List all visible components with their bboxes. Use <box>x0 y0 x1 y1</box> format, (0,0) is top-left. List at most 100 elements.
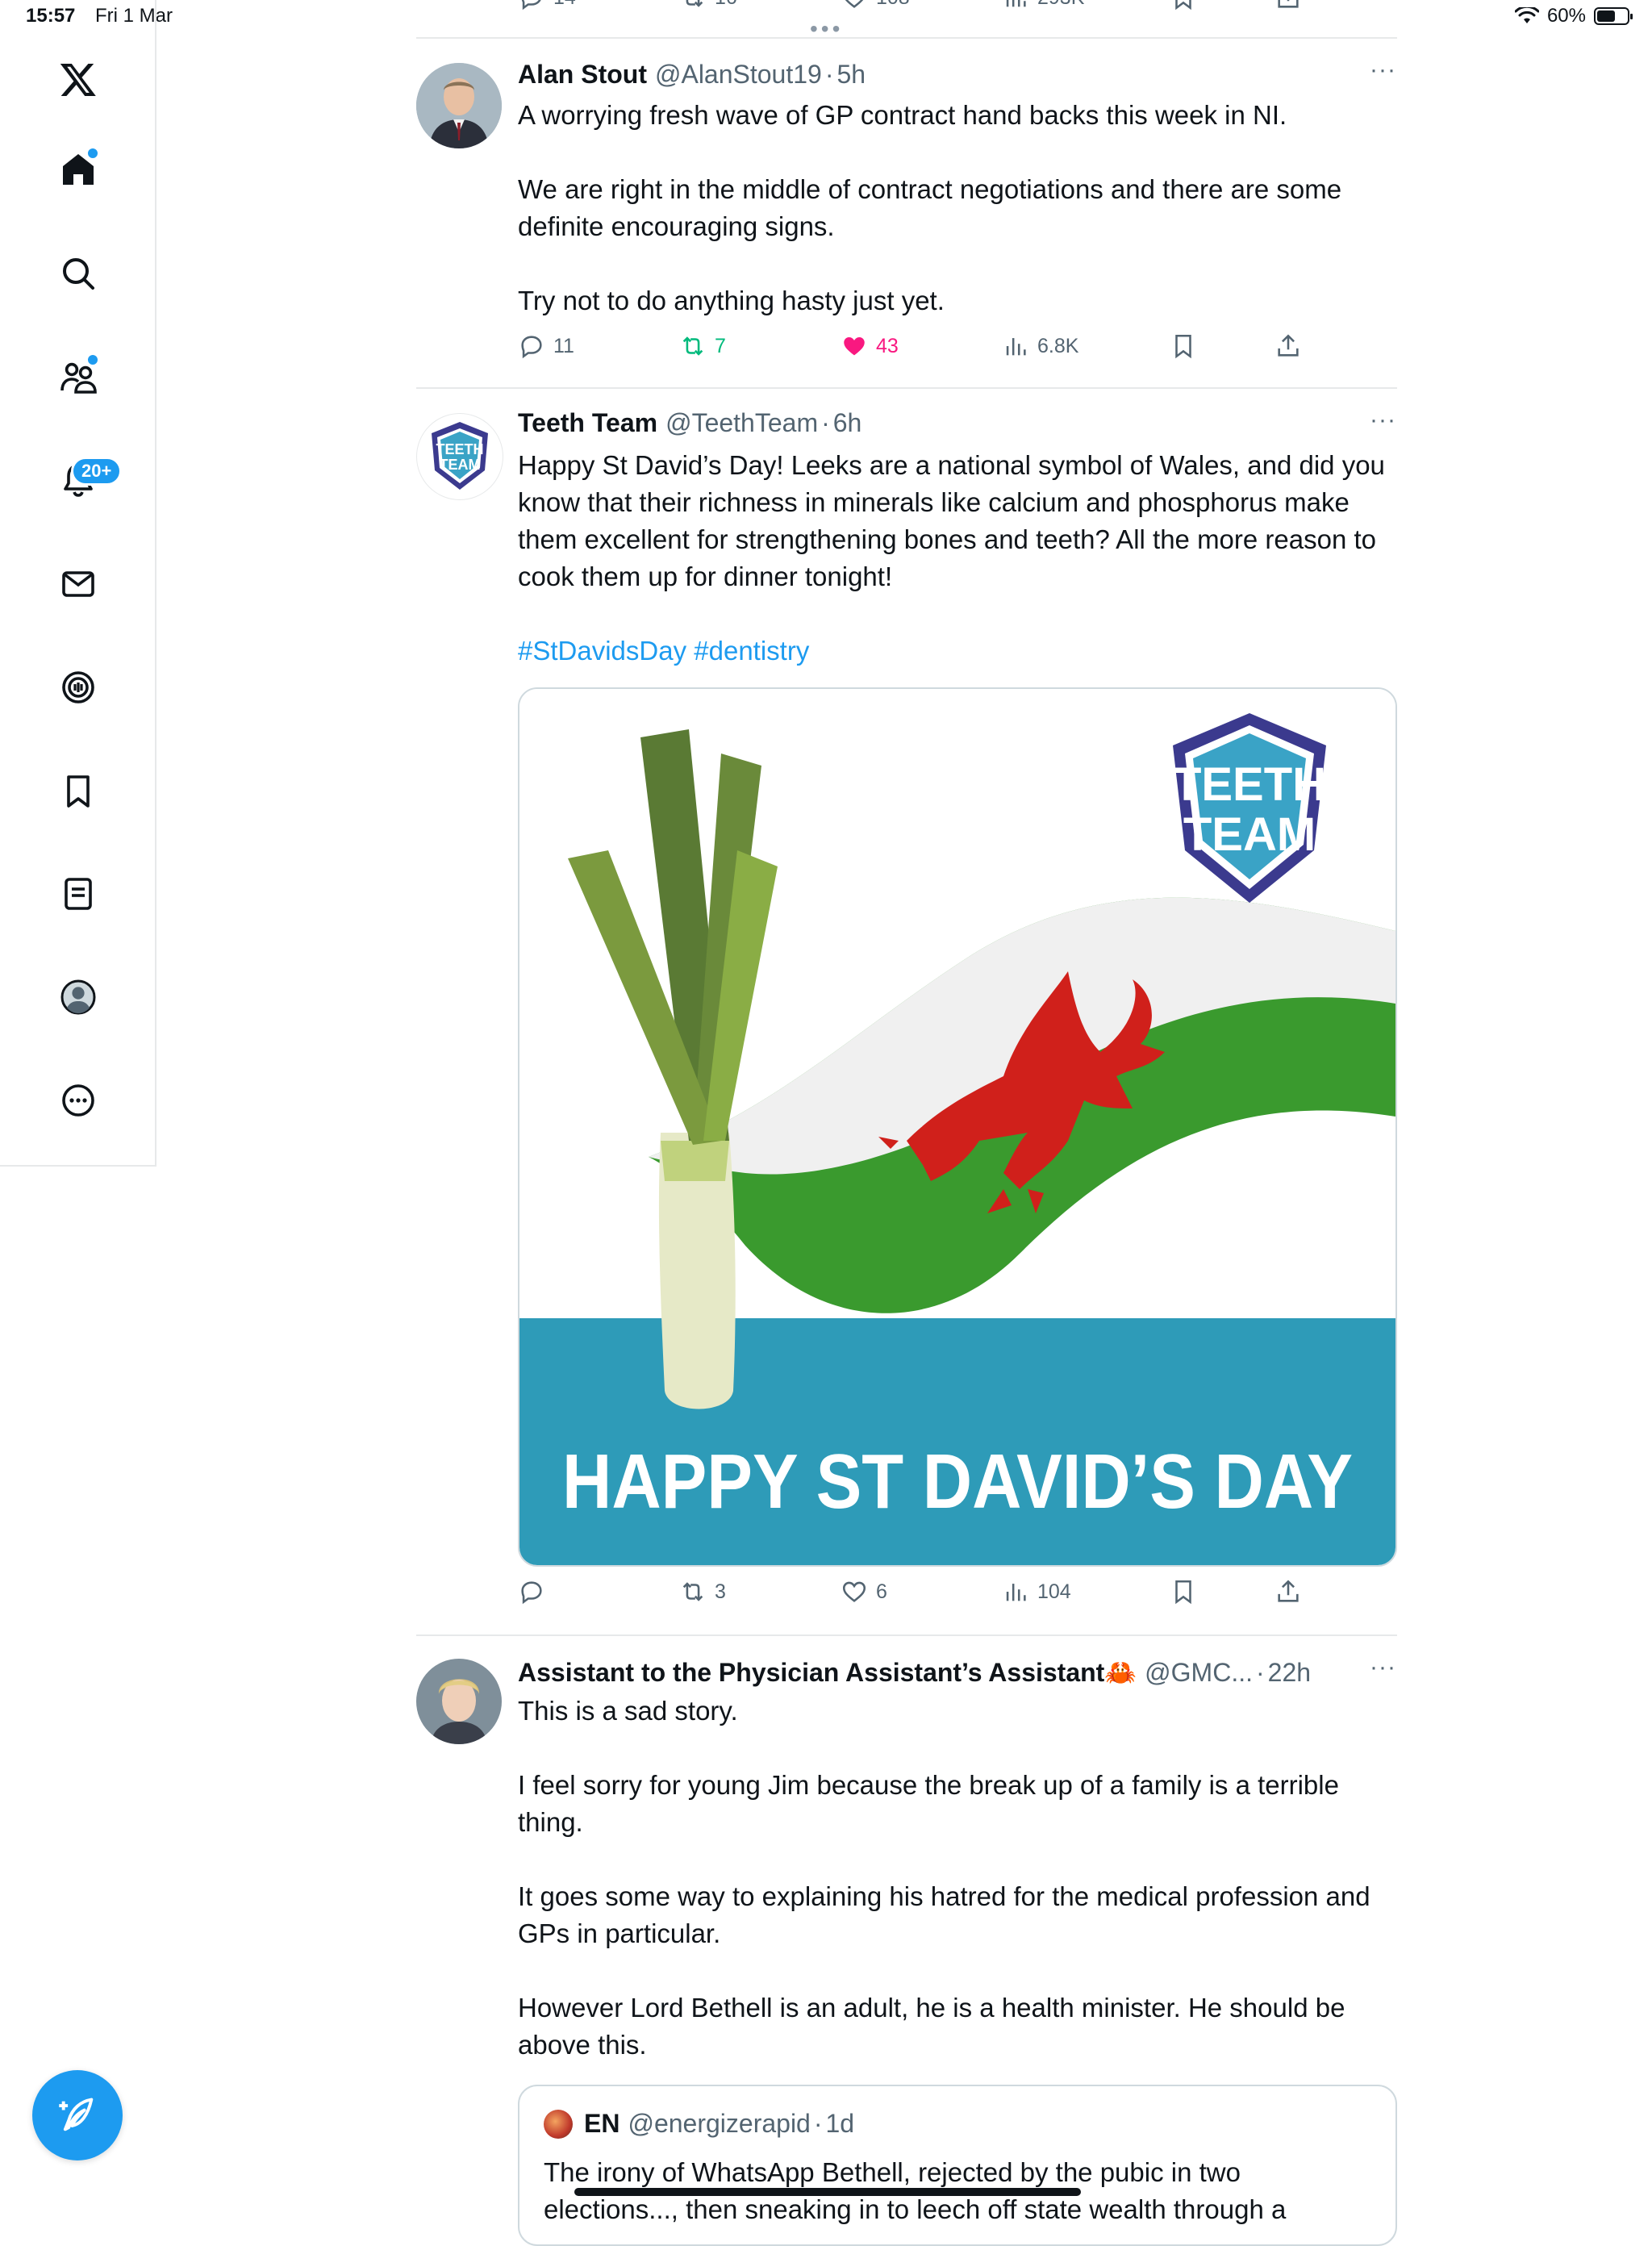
communities-notification-dot <box>86 353 99 366</box>
reply-button[interactable] <box>518 1578 553 1605</box>
profile-icon[interactable] <box>54 973 102 1021</box>
tweet-header: Teeth Team @TeethTeam · 6h <box>518 408 861 438</box>
tweet-paragraph: Happy St David’s Day! Leeks are a nation… <box>518 450 1385 591</box>
reply-button[interactable]: 14 <box>518 0 576 11</box>
retweet-count: 16 <box>715 0 737 10</box>
separator: · <box>821 408 830 437</box>
hashtags[interactable]: #StDavidsDay #dentistry <box>518 632 1389 670</box>
tweet-time[interactable]: 22h <box>1268 1658 1311 1688</box>
tweet-paragraph: I feel sorry for young Jim because the b… <box>518 1770 1339 1837</box>
view-count: 104 <box>1037 1580 1071 1603</box>
retweet-icon <box>682 1582 703 1601</box>
tweet-divider <box>416 37 1397 39</box>
tweet-time[interactable]: 6h <box>833 408 862 438</box>
like-button[interactable]: 43 <box>841 332 899 360</box>
views-button[interactable]: 104 <box>1002 1578 1071 1605</box>
view-count: 6.8K <box>1037 334 1079 357</box>
x-logo-icon[interactable] <box>54 55 102 103</box>
like-count: 108 <box>876 0 910 10</box>
avatar-gmc-account[interactable] <box>416 1659 502 1744</box>
reply-count: 14 <box>553 0 576 10</box>
bookmark-button[interactable] <box>1170 332 1197 360</box>
retweet-count: 7 <box>715 334 726 357</box>
compose-button[interactable] <box>32 2070 123 2160</box>
more-icon[interactable] <box>54 1076 102 1125</box>
separator: · <box>824 60 834 89</box>
retweet-button[interactable]: 7 <box>679 332 726 360</box>
tweet-more-button[interactable]: ··· <box>1370 1654 1396 1681</box>
spaces-icon[interactable] <box>54 663 102 712</box>
retweet-button[interactable]: 16 <box>679 0 737 11</box>
crab-emoji: 🦀 <box>1104 1658 1137 1687</box>
banner-text: HAPPY ST DAVID’S DAY <box>562 1438 1353 1525</box>
avatar-teeth-team[interactable]: TEETH TEAM <box>416 413 503 500</box>
tweet-time[interactable]: 5h <box>836 60 866 90</box>
bookmark-button[interactable] <box>1170 0 1197 11</box>
retweet-icon <box>686 0 703 7</box>
reply-icon <box>521 0 541 10</box>
home-icon[interactable] <box>54 145 102 194</box>
author-name[interactable]: Alan Stout <box>518 60 647 90</box>
like-button[interactable]: 108 <box>841 0 910 11</box>
quoted-tweet[interactable]: EN @energizerapid · 1d The irony of What… <box>518 2085 1397 2246</box>
quoted-author-handle: @energizerapid <box>628 2109 811 2138</box>
retweet-icon <box>682 336 703 356</box>
home-indicator[interactable] <box>574 2188 1081 2196</box>
home-notification-dot <box>86 147 99 160</box>
like-count: 6 <box>876 1580 887 1603</box>
share-button[interactable] <box>1274 332 1302 360</box>
tweet-paragraph: It goes some way to explaining his hatre… <box>518 1881 1370 1948</box>
bookmark-icon <box>1175 0 1191 10</box>
retweet-count: 3 <box>715 1580 726 1603</box>
like-icon <box>842 1581 866 1602</box>
tweet-actions: 11 7 43 6.8K <box>518 332 1325 368</box>
author-name[interactable]: Assistant to the Physician Assistant’s A… <box>518 1658 1104 1688</box>
retweet-button[interactable]: 3 <box>679 1578 726 1605</box>
share-button[interactable] <box>1274 1578 1302 1605</box>
search-icon[interactable] <box>54 249 102 298</box>
avatar-logo-text: TEETH <box>436 441 483 457</box>
views-icon <box>1006 338 1026 356</box>
heart-filled-icon <box>844 336 865 356</box>
tweet-image[interactable]: TEETH TEAM HAPPY ST DAVID’S DAY <box>518 687 1397 1567</box>
author-name[interactable]: Teeth Team <box>518 408 657 438</box>
views-button[interactable]: 293K <box>1002 0 1084 11</box>
like-button[interactable]: 6 <box>841 1578 887 1605</box>
separator: · <box>1255 1658 1265 1687</box>
tweet-divider <box>416 387 1397 389</box>
quoted-tweet-header: EN @energizerapid · 1d <box>544 2109 854 2139</box>
author-handle[interactable]: @AlanStout19 <box>655 60 822 90</box>
tweet-actions: 3 6 104 <box>518 1578 1325 1614</box>
avatar-logo-text: TEAM <box>440 457 481 473</box>
communities-icon[interactable] <box>54 353 102 402</box>
bookmark-icon <box>1175 334 1191 359</box>
tweet-paragraph: We are right in the middle of contract n… <box>518 174 1342 241</box>
reply-icon <box>521 1581 542 1605</box>
author-handle[interactable]: @GMC... <box>1145 1658 1253 1688</box>
tweet-paragraph: Try not to do anything hasty just yet. <box>518 286 945 315</box>
bookmarks-icon[interactable] <box>54 767 102 816</box>
tweet-divider <box>416 1634 1397 1636</box>
lists-icon[interactable] <box>54 870 102 918</box>
share-icon <box>1278 334 1299 357</box>
author-handle[interactable]: @TeethTeam <box>665 408 818 438</box>
image-logo-text: TEAM <box>1183 808 1316 861</box>
compose-icon <box>59 2098 94 2131</box>
reply-icon <box>521 336 542 359</box>
views-button[interactable]: 6.8K <box>1002 332 1078 360</box>
tweet-header: Assistant to the Physician Assistant’s A… <box>518 1657 1311 1688</box>
share-button[interactable] <box>1274 0 1302 11</box>
tweet-more-button[interactable]: ··· <box>1370 407 1396 434</box>
status-right: 60% <box>1514 5 1633 27</box>
avatar-alan-stout[interactable] <box>416 63 502 148</box>
notifications-badge: 20+ <box>71 457 123 486</box>
messages-icon[interactable] <box>54 560 102 608</box>
tweet-more-button[interactable]: ··· <box>1370 56 1396 84</box>
reply-button[interactable]: 11 <box>518 332 574 360</box>
tweet-text: A worrying fresh wave of GP contract han… <box>518 97 1389 319</box>
bookmark-button[interactable] <box>1170 1578 1197 1605</box>
sidebar-divider <box>0 1165 156 1167</box>
quoted-author-name: EN <box>584 2109 620 2138</box>
share-icon <box>1278 1580 1299 1602</box>
wifi-icon <box>1514 7 1539 23</box>
